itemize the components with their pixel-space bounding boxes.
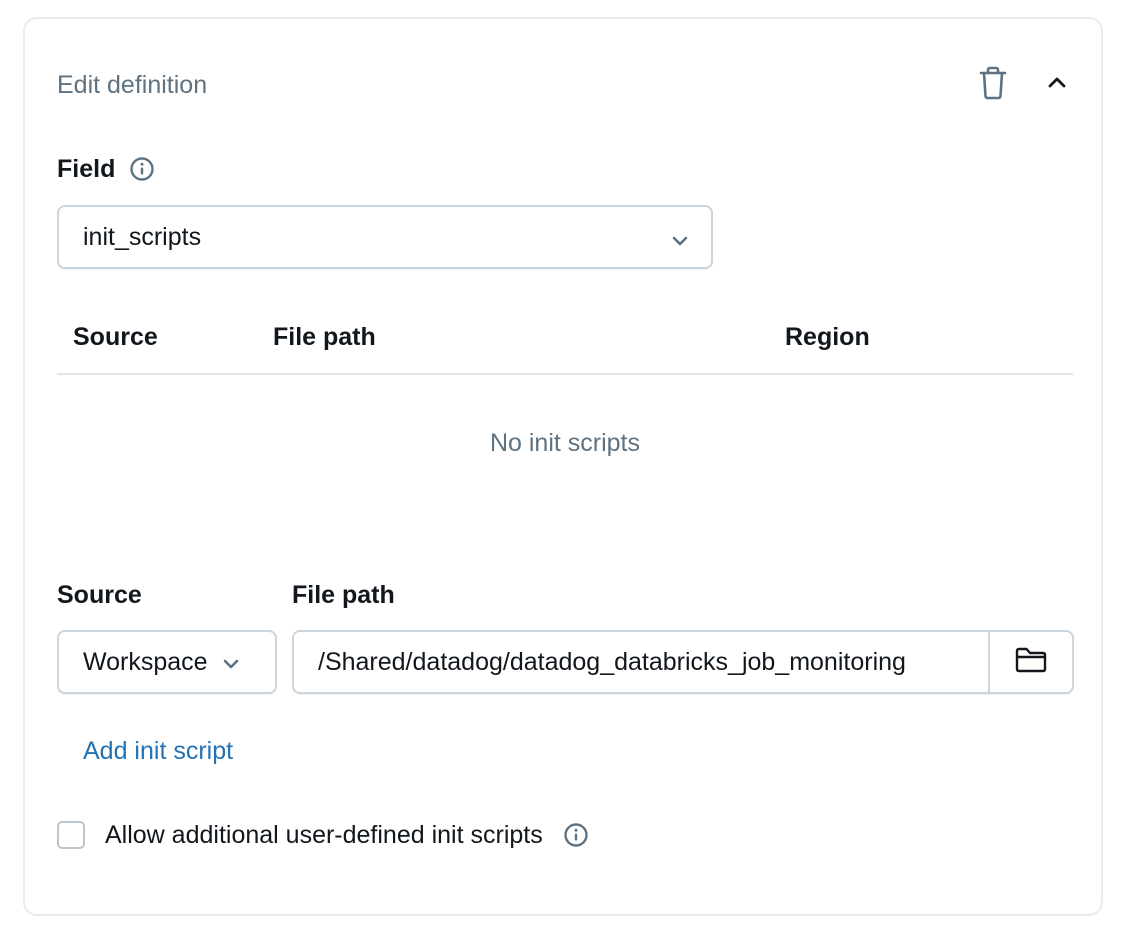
field-select-value: init_scripts xyxy=(83,222,202,251)
chevron-down-icon xyxy=(222,648,240,677)
field-select[interactable]: init_scripts xyxy=(57,205,713,269)
chevron-down-icon xyxy=(671,225,689,254)
init-scripts-table-header: Source File path Region xyxy=(57,311,1073,375)
file-path-input[interactable] xyxy=(294,632,988,692)
column-header-source: Source xyxy=(73,323,158,351)
edit-definition-card: Edit definition Field init_scripts Sourc… xyxy=(23,17,1103,916)
column-header-region: Region xyxy=(785,323,870,351)
allow-user-scripts-checkbox[interactable] xyxy=(57,821,85,849)
card-title: Edit definition xyxy=(57,71,208,99)
collapse-button[interactable] xyxy=(1041,69,1073,101)
file-path-input-group xyxy=(292,630,1074,694)
trash-icon xyxy=(978,66,1008,105)
field-label: Field xyxy=(57,153,155,185)
file-path-label: File path xyxy=(292,581,395,609)
chevron-up-icon xyxy=(1047,76,1067,95)
source-label: Source xyxy=(57,581,142,609)
source-select[interactable]: Workspace xyxy=(57,630,277,694)
browse-files-button[interactable] xyxy=(988,632,1072,692)
field-label-text: Field xyxy=(57,155,116,183)
column-header-file-path: File path xyxy=(273,323,376,351)
allow-user-scripts-label[interactable]: Allow additional user-defined init scrip… xyxy=(105,819,543,851)
empty-table-message: No init scripts xyxy=(489,429,641,457)
source-select-value: Workspace xyxy=(83,647,208,676)
allow-user-scripts-row: Allow additional user-defined init scrip… xyxy=(57,818,589,852)
info-icon[interactable] xyxy=(129,156,155,182)
delete-definition-button[interactable] xyxy=(973,65,1013,105)
info-icon[interactable] xyxy=(563,822,589,848)
folder-icon xyxy=(1014,646,1048,679)
add-init-script-link[interactable]: Add init script xyxy=(83,735,233,767)
